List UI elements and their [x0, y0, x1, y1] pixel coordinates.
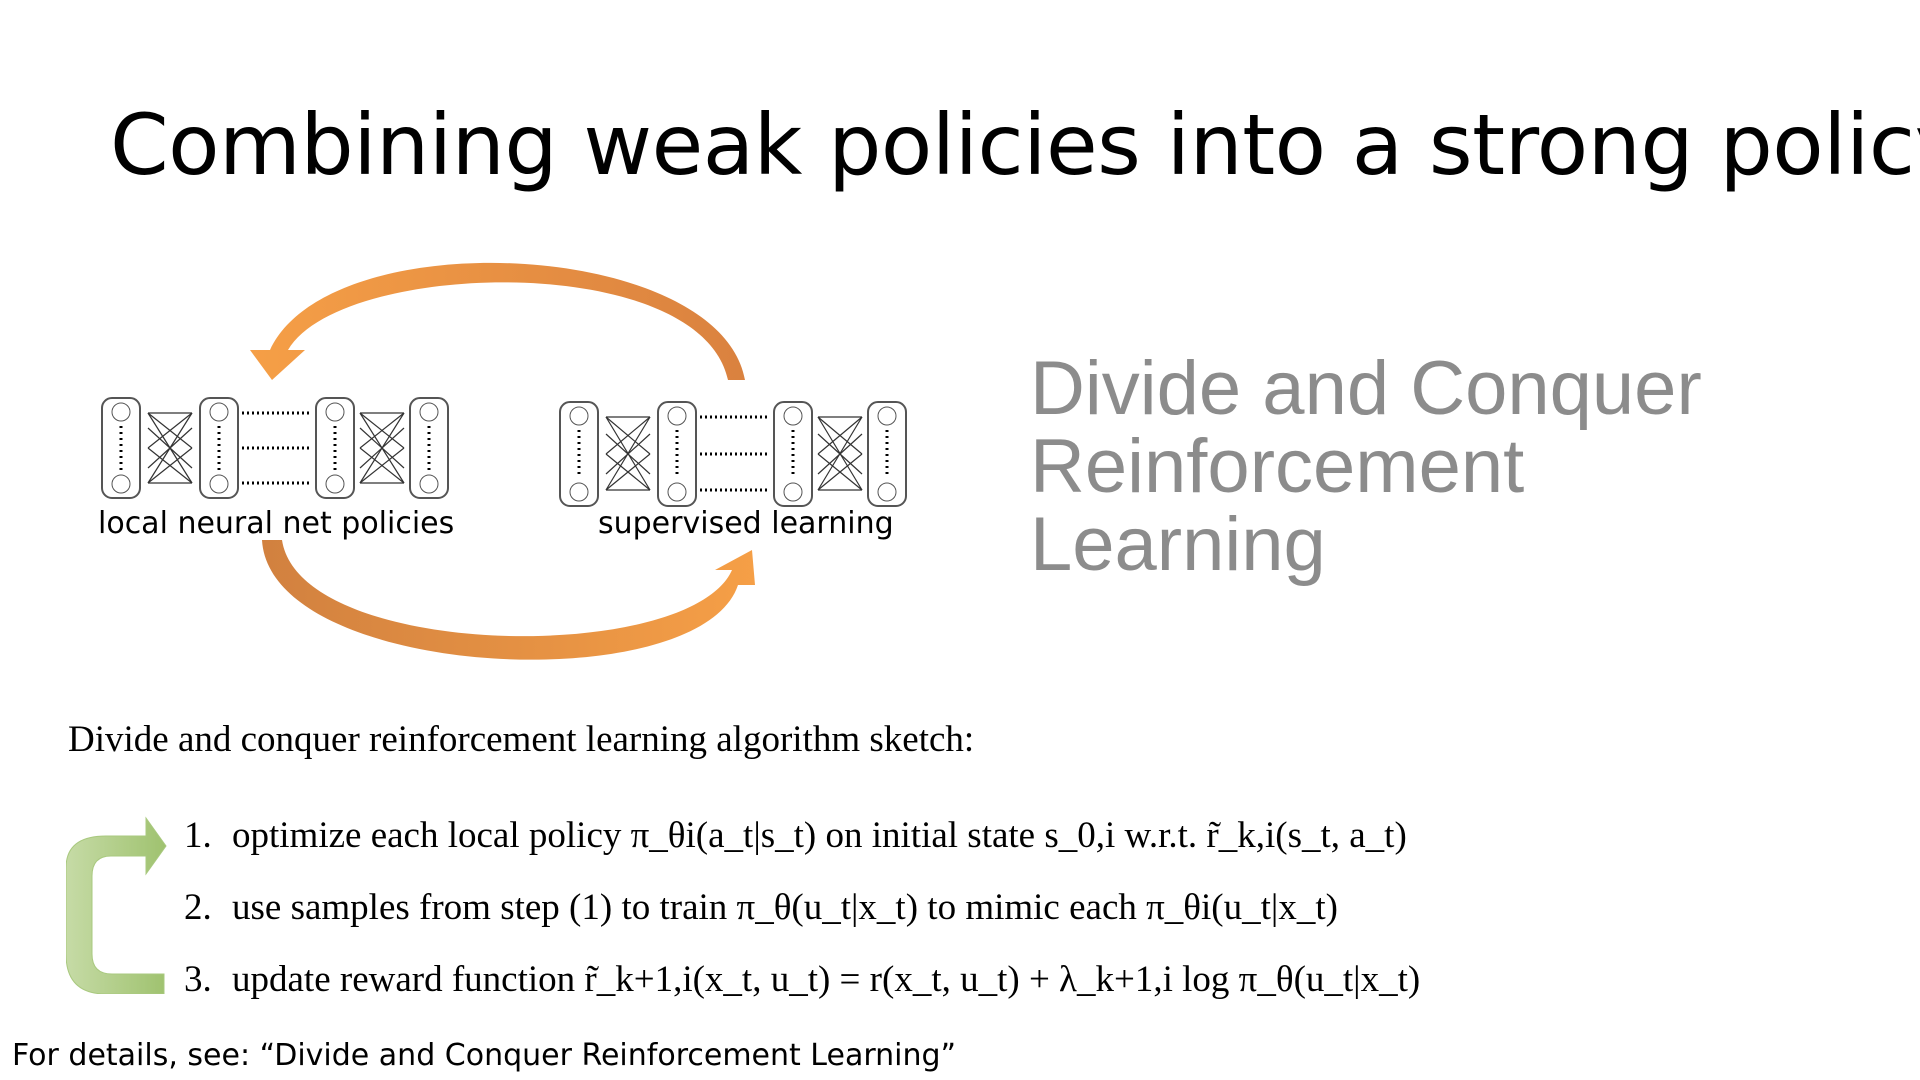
global-policy-network	[559, 401, 907, 507]
repeat-loop-icon	[66, 816, 167, 994]
algorithm-sketch-intro: Divide and conquer reinforcement learnin…	[68, 719, 975, 760]
supervised-learning-label: supervised learning	[598, 506, 894, 541]
step-number: 3.	[184, 959, 212, 1000]
method-heading: Divide and Conquer Reinforcement Learnin…	[1030, 350, 1702, 584]
bottom-cycle-arrow	[262, 540, 755, 660]
step-number: 2.	[184, 887, 212, 928]
step-text: optimize each local policy π_θi(a_t|s_t)…	[232, 815, 1407, 856]
local-policy-network	[101, 397, 449, 499]
slide-title: Combining weak policies into a strong po…	[110, 96, 1920, 194]
method-heading-line-1: Divide and Conquer	[1030, 346, 1702, 431]
step-text: use samples from step (1) to train π_θ(u…	[232, 887, 1338, 928]
method-heading-line-2: Reinforcement	[1030, 424, 1525, 509]
step-1: 1. optimize each local policy π_θi(a_t|s_…	[184, 810, 1420, 882]
local-policies-label: local neural net policies	[98, 506, 454, 541]
step-3: 3. update reward function r̃_k+1,i(x_t, u…	[184, 954, 1420, 1026]
top-cycle-arrow	[250, 262, 745, 380]
algorithm-steps: 1. optimize each local policy π_θi(a_t|s_…	[184, 810, 1420, 1026]
method-heading-line-3: Learning	[1030, 502, 1326, 587]
step-text: update reward function r̃_k+1,i(x_t, u_t…	[232, 959, 1421, 1000]
policy-cycle-diagram: local neural net policies supervised lea…	[98, 262, 907, 660]
step-number: 1.	[184, 815, 212, 856]
step-2: 2. use samples from step (1) to train π_θ…	[184, 882, 1420, 954]
reference-footer: For details, see: “Divide and Conquer Re…	[12, 1038, 957, 1073]
